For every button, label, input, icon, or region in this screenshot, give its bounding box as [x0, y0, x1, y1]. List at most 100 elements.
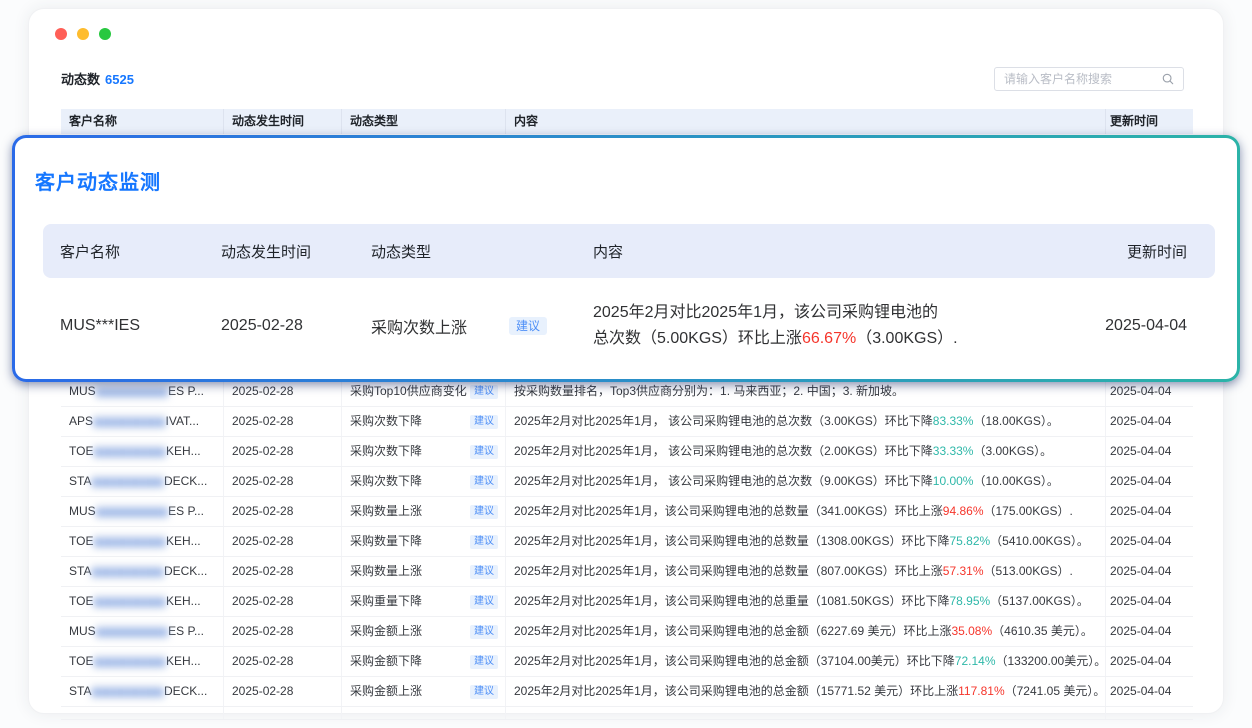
percent-change-value: 10.00%: [933, 474, 974, 488]
suggestion-badge[interactable]: 建议: [470, 565, 498, 579]
customer-name-link[interactable]: STA■■■■■■■■■■DECK...: [61, 557, 224, 586]
table-row[interactable]: STA■■■■■■■■■■DECK... 2025-02-28 采购金额上涨 建…: [61, 677, 1193, 707]
event-type-cell: 采购数量上涨 建议: [342, 557, 506, 586]
event-content: 2025年2月对比2025年1月，该公司采购锂电池的总数量（1308.00KGS…: [506, 527, 1106, 556]
event-type-label: 采购次数下降: [350, 407, 422, 436]
event-type-cell: 采购金额上涨 建议: [342, 677, 506, 706]
customer-name-link[interactable]: MUS■■■■■■■■■■ES P...: [61, 497, 224, 526]
update-date: 2025-04-04: [1106, 647, 1193, 676]
col-header-update-time: 更新时间: [1106, 109, 1193, 134]
window-controls: [55, 28, 111, 40]
overlay-event-content: 2025年2月对比2025年1月，该公司采购锂电池的 总次数（5.00KGS）环…: [593, 300, 1037, 352]
search-icon[interactable]: [1161, 72, 1175, 86]
overlay-col-event-time: 动态发生时间: [221, 241, 371, 262]
suggestion-badge[interactable]: 建议: [470, 445, 498, 459]
percent-change-value: 75.82%: [949, 534, 990, 548]
maximize-window-icon[interactable]: [99, 28, 111, 40]
event-content: 2025年2月对比2025年1月，该公司采购锂电池的总数量（807.00KGS）…: [506, 557, 1106, 586]
percent-change-value: 33.33%: [933, 444, 974, 458]
customer-name-link[interactable]: TOE■■■■■■■■■■KEH...: [61, 587, 224, 616]
event-type-cell: 采购金额下降 建议: [342, 647, 506, 676]
suggestion-badge[interactable]: 建议: [470, 475, 498, 489]
customer-name-link[interactable]: TOE■■■■■■■■■■KEH...: [61, 647, 224, 676]
table-row[interactable]: TOE■■■■■■■■■■KEH... 2025-02-28 采购次数下降 建议…: [61, 437, 1193, 467]
update-date: 2025-04-04: [1106, 467, 1193, 496]
update-date: 2025-04-04: [1106, 437, 1193, 466]
percent-change-value: 94.86%: [943, 504, 984, 518]
minimize-window-icon[interactable]: [77, 28, 89, 40]
overlay-event-type-label: 采购次数上涨: [371, 314, 467, 338]
event-type-cell: 采购数量下降 建议: [342, 527, 506, 556]
customer-name-link[interactable]: MUS■■■■■■■■■■ES P...: [61, 617, 224, 646]
suggestion-badge[interactable]: 建议: [470, 505, 498, 519]
update-date: 2025-04-04: [1106, 677, 1193, 706]
suggestion-badge[interactable]: 建议: [470, 415, 498, 429]
suggestion-badge[interactable]: 建议: [470, 535, 498, 549]
table-row[interactable]: TOE■■■■■■■■■■KEH... 2025-02-28 采购金额下降 建议…: [61, 647, 1193, 677]
event-type-label: 采购数量上涨: [350, 557, 422, 586]
search-input[interactable]: [995, 72, 1161, 86]
percent-change-value: 35.08%: [951, 624, 992, 638]
overlay-event-type-cell: 采购次数上涨 建议: [371, 314, 593, 338]
table-row[interactable]: MUS■■■■■■■■■■ES P... 2025-02-28 采购金额上涨 建…: [61, 617, 1193, 647]
event-type-label: 采购数量上涨: [350, 497, 422, 526]
overlay-update-date: 2025-04-04: [1037, 317, 1215, 335]
blurred-name-segment: ■■■■■■■■■■: [91, 684, 163, 700]
blurred-name-segment: ■■■■■■■■■■: [93, 534, 165, 550]
overlay-col-update-time: 更新时间: [1037, 241, 1215, 262]
blurred-name-segment: ■■■■■■■■■■: [93, 594, 165, 610]
blurred-name-segment: ■■■■■■■■■■: [96, 384, 168, 400]
overlay-customer-name: MUS***IES: [43, 317, 221, 335]
event-date: 2025-02-28: [224, 617, 342, 646]
table-row[interactable]: STA■■■■■■■■■■DECK... 2025-02-28 采购数量上涨 建…: [61, 557, 1193, 587]
percent-change-value: 78.95%: [949, 594, 990, 608]
table-row[interactable]: MUS■■■■■■■■■■ES P... 2025-02-28 采购数量上涨 建…: [61, 497, 1193, 527]
customer-name-link[interactable]: TOE■■■■■■■■■■KEH...: [61, 437, 224, 466]
blurred-name-segment: ■■■■■■■■■■: [91, 474, 163, 490]
customer-name-link[interactable]: STA■■■■■■■■■■DECK...: [61, 467, 224, 496]
suggestion-badge[interactable]: 建议: [470, 385, 498, 399]
event-content: 2025年2月对比2025年1月， 该公司采购锂电池的总次数（2.00KGS）环…: [506, 437, 1106, 466]
event-type-cell: 采购次数下降 建议: [342, 467, 506, 496]
event-type-cell: 采购次数下降 建议: [342, 407, 506, 436]
col-header-event-type: 动态类型: [342, 109, 506, 134]
event-content: 2025年2月对比2025年1月，该公司采购锂电池的总金额（37104.00美元…: [506, 647, 1106, 676]
event-date: 2025-02-28: [224, 407, 342, 436]
toolbar: 动态数6525: [61, 67, 1184, 93]
customer-search-box[interactable]: [994, 67, 1184, 91]
suggestion-badge[interactable]: 建议: [470, 655, 498, 669]
event-date: 2025-02-28: [224, 497, 342, 526]
percent-change-value: 57.31%: [943, 564, 984, 578]
blurred-name-segment: ■■■■■■■■■■: [93, 444, 165, 460]
event-content: 2025年2月对比2025年1月， 该公司采购锂电池的总次数（9.00KGS）环…: [506, 467, 1106, 496]
update-date: 2025-04-04: [1106, 617, 1193, 646]
overlay-col-content: 内容: [593, 241, 1037, 262]
overlay-data-row[interactable]: MUS***IES 2025-02-28 采购次数上涨 建议 2025年2月对比…: [43, 278, 1215, 374]
event-type-cell: 采购金额上涨 建议: [342, 617, 506, 646]
table-row-partial: [61, 707, 1193, 720]
table-row[interactable]: TOE■■■■■■■■■■KEH... 2025-02-28 采购数量下降 建议…: [61, 527, 1193, 557]
suggestion-badge[interactable]: 建议: [470, 595, 498, 609]
event-type-label: 采购次数下降: [350, 467, 422, 496]
overlay-suggestion-badge[interactable]: 建议: [509, 317, 547, 335]
customer-name-link[interactable]: APS■■■■■■■■■■IVAT...: [61, 407, 224, 436]
overlay-header-row: 客户名称 动态发生时间 动态类型 内容 更新时间: [43, 224, 1215, 278]
event-type-cell: 采购数量上涨 建议: [342, 497, 506, 526]
suggestion-badge[interactable]: 建议: [470, 685, 498, 699]
table-row[interactable]: STA■■■■■■■■■■DECK... 2025-02-28 采购次数下降 建…: [61, 467, 1193, 497]
suggestion-badge[interactable]: 建议: [470, 625, 498, 639]
event-date: 2025-02-28: [224, 587, 342, 616]
overlay-col-event-type: 动态类型: [371, 241, 593, 262]
table-row[interactable]: TOE■■■■■■■■■■KEH... 2025-02-28 采购重量下降 建议…: [61, 587, 1193, 617]
dynamics-count-value: 6525: [105, 72, 134, 87]
percent-change-value: 83.33%: [933, 414, 974, 428]
event-content: 2025年2月对比2025年1月，该公司采购锂电池的总金额（15771.52 美…: [506, 677, 1106, 706]
col-header-content: 内容: [506, 109, 1106, 134]
table-body: MUS■■■■■■■■■■ES P... 2025-02-28 采购Top10供…: [61, 377, 1193, 707]
close-window-icon[interactable]: [55, 28, 67, 40]
blurred-name-segment: ■■■■■■■■■■: [96, 624, 168, 640]
customer-name-link[interactable]: TOE■■■■■■■■■■KEH...: [61, 527, 224, 556]
table-row[interactable]: APS■■■■■■■■■■IVAT... 2025-02-28 采购次数下降 建…: [61, 407, 1193, 437]
blurred-name-segment: ■■■■■■■■■■: [96, 504, 168, 520]
customer-name-link[interactable]: STA■■■■■■■■■■DECK...: [61, 677, 224, 706]
